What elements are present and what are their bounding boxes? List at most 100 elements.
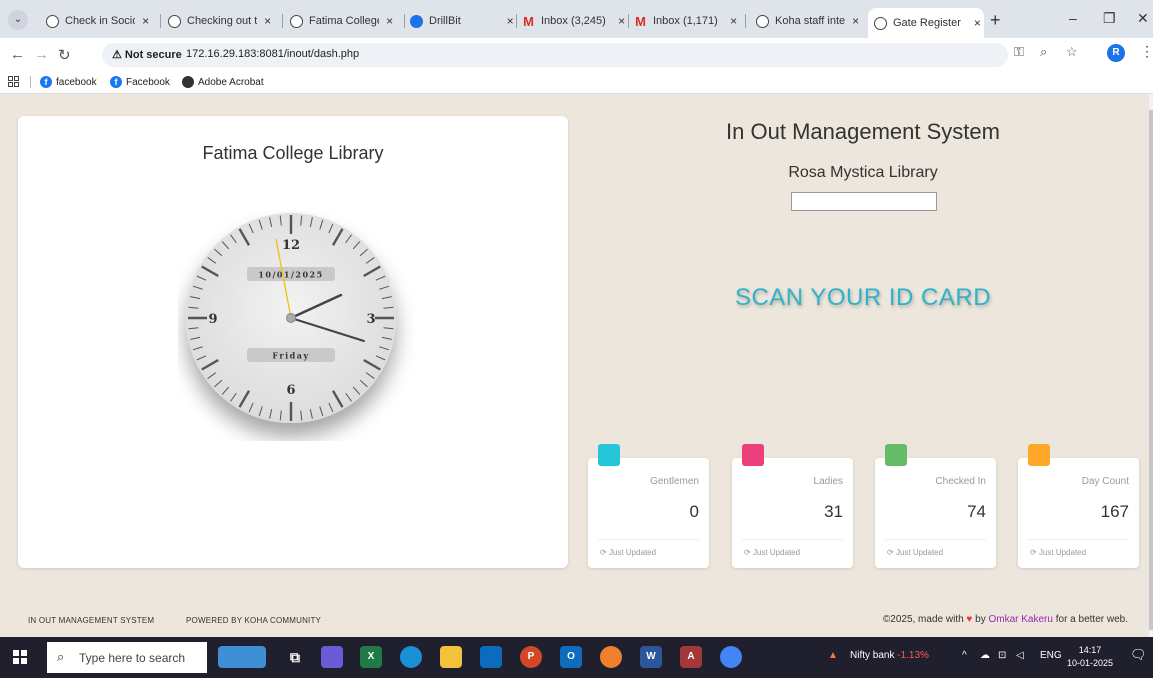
copilot-icon[interactable] — [321, 646, 343, 668]
word-icon[interactable]: W — [640, 646, 662, 668]
close-icon[interactable]: × — [849, 14, 862, 28]
gate-library-name: Rosa Mystica Library — [788, 164, 938, 181]
browser-tab-active[interactable]: Gate Register × — [868, 8, 984, 38]
restore-icon[interactable]: ❐ — [1103, 10, 1116, 27]
tray-overflow-icon[interactable]: ^ — [962, 650, 967, 661]
footer-credit-by: by — [975, 614, 986, 625]
close-icon[interactable]: × — [139, 14, 152, 28]
task-view-icon[interactable]: ⧉ — [284, 646, 306, 668]
tab-label: Inbox (1,171) — [653, 15, 718, 27]
close-icon[interactable]: × — [971, 16, 984, 30]
edge-icon[interactable] — [400, 646, 422, 668]
password-key-icon[interactable]: ⚿ — [1014, 44, 1024, 60]
globe-icon — [874, 16, 887, 30]
reload-icon[interactable]: ↻ — [58, 46, 71, 64]
new-tab-button[interactable]: + — [990, 10, 1001, 31]
browser-menu-icon[interactable]: ⋮ — [1140, 43, 1153, 60]
outlook-icon[interactable]: O — [560, 646, 582, 668]
refresh-icon: ⟳ — [887, 548, 896, 557]
browser-tab[interactable]: Fatima College × — [284, 8, 396, 34]
url-text[interactable]: 172.16.29.183:8081/inout/dash.php — [186, 48, 359, 60]
facebook-icon: f — [40, 76, 52, 88]
stat-footer-text: Just Updated — [608, 548, 657, 557]
access-icon[interactable]: A — [680, 646, 702, 668]
windows-start-icon[interactable] — [13, 650, 27, 664]
system-date: 10-01-2025 — [1067, 658, 1114, 668]
stat-icon — [598, 444, 620, 466]
tab-search-icon[interactable]: ⌄ — [8, 10, 28, 30]
bookmark-star-icon[interactable]: ☆ — [1066, 44, 1078, 60]
url-bar[interactable]: ⚠ Not secure 172.16.29.183:8081/inout/da… — [102, 43, 1008, 67]
clock-library-title: Fatima College Library — [202, 143, 384, 163]
excel-icon[interactable]: X — [360, 646, 382, 668]
tab-separator — [160, 14, 161, 28]
footer-link-koha[interactable]: POWERED BY KOHA COMMUNITY — [186, 616, 321, 625]
stat-card-ladies: Ladies 31 ⟳ Just Updated — [732, 444, 853, 568]
stat-label: Gentlemen — [650, 476, 699, 487]
dashboard-page: Fatima College Library 10/01/2025 Friday… — [0, 94, 1153, 637]
firefox-icon[interactable] — [600, 646, 622, 668]
browser-tab[interactable]: Koha staff inte × — [750, 8, 862, 34]
stat-divider — [598, 539, 699, 540]
travel-widget-icon[interactable] — [218, 646, 266, 668]
numeral-12: 12 — [282, 238, 300, 253]
close-icon[interactable]: × — [615, 14, 628, 28]
back-icon[interactable]: ← — [10, 46, 25, 63]
bookmark-label: facebook — [56, 76, 97, 88]
stat-footer: ⟳ Just Updated — [744, 548, 800, 557]
network-icon[interactable]: ⊡ — [998, 650, 1006, 661]
minimize-icon[interactable]: – — [1069, 10, 1077, 26]
file-explorer-icon[interactable] — [440, 646, 462, 668]
bookmark-label: Facebook — [126, 76, 170, 88]
security-warning[interactable]: ⚠ Not secure — [112, 48, 182, 61]
ticker-change: -1.13% — [897, 650, 929, 661]
zoom-icon[interactable]: ⌕ — [1040, 44, 1047, 60]
apps-grid-icon[interactable] — [8, 76, 19, 87]
bookmark-adobe-acrobat[interactable]: Adobe Acrobat — [182, 76, 264, 88]
close-icon[interactable]: × — [504, 14, 516, 28]
store-icon[interactable] — [480, 646, 502, 668]
clock-day: Friday — [272, 351, 309, 361]
chrome-icon[interactable] — [720, 646, 742, 668]
close-window-icon[interactable]: ✕ — [1137, 10, 1149, 27]
close-icon[interactable]: × — [261, 14, 274, 28]
numeral-6: 6 — [286, 383, 295, 398]
page-scroll-thumb[interactable] — [1149, 110, 1153, 630]
powerpoint-icon[interactable]: P — [520, 646, 542, 668]
browser-tab[interactable]: Check in Socio × — [40, 8, 152, 34]
profile-avatar[interactable]: R — [1107, 44, 1125, 62]
stock-ticker[interactable]: Nifty bank -1.13% — [850, 650, 929, 661]
input-language[interactable]: ENG — [1040, 650, 1062, 661]
globe-icon — [290, 14, 303, 28]
id-card-scan-input[interactable] — [791, 192, 937, 211]
browser-tab[interactable]: M Inbox (1,171) × — [628, 8, 740, 34]
notifications-icon[interactable]: 🗨 — [1130, 647, 1147, 663]
globe-icon — [46, 14, 59, 28]
bookmarks-bar: f facebook f Facebook Adobe Acrobat — [0, 70, 1153, 94]
volume-muted-icon[interactable]: ◁ — [1016, 650, 1024, 661]
stat-value: 167 — [1100, 502, 1129, 521]
stat-divider — [1028, 539, 1129, 540]
browser-tab[interactable]: DrillBit × — [404, 8, 516, 34]
close-icon[interactable]: × — [727, 14, 740, 28]
stat-value: 74 — [967, 502, 986, 521]
stat-value: 31 — [824, 502, 843, 521]
onedrive-icon[interactable]: ☁ — [980, 650, 990, 661]
browser-tab[interactable]: M Inbox (3,245) × — [516, 8, 628, 34]
globe-icon — [168, 14, 181, 28]
forward-icon[interactable]: → — [34, 46, 49, 63]
globe-icon — [182, 76, 194, 88]
stat-divider — [885, 539, 986, 540]
footer-author-link[interactable]: Omkar Kakeru — [988, 614, 1052, 625]
footer-link-system[interactable]: IN OUT MANAGEMENT SYSTEM — [28, 616, 154, 625]
tab-label: Checking out t — [187, 15, 258, 27]
bookmark-facebook-1[interactable]: f facebook — [40, 76, 97, 88]
bookmark-facebook-2[interactable]: f Facebook — [110, 76, 170, 88]
close-icon[interactable]: × — [383, 14, 396, 28]
taskbar-search-box[interactable]: ⌕ Type here to search — [47, 642, 207, 673]
stat-divider — [742, 539, 843, 540]
system-clock[interactable]: 14:17 10-01-2025 — [1067, 644, 1113, 670]
warning-icon: ⚠ — [112, 49, 125, 61]
browser-tab[interactable]: Checking out t × — [162, 8, 274, 34]
taskbar-search-placeholder: Type here to search — [79, 651, 186, 665]
